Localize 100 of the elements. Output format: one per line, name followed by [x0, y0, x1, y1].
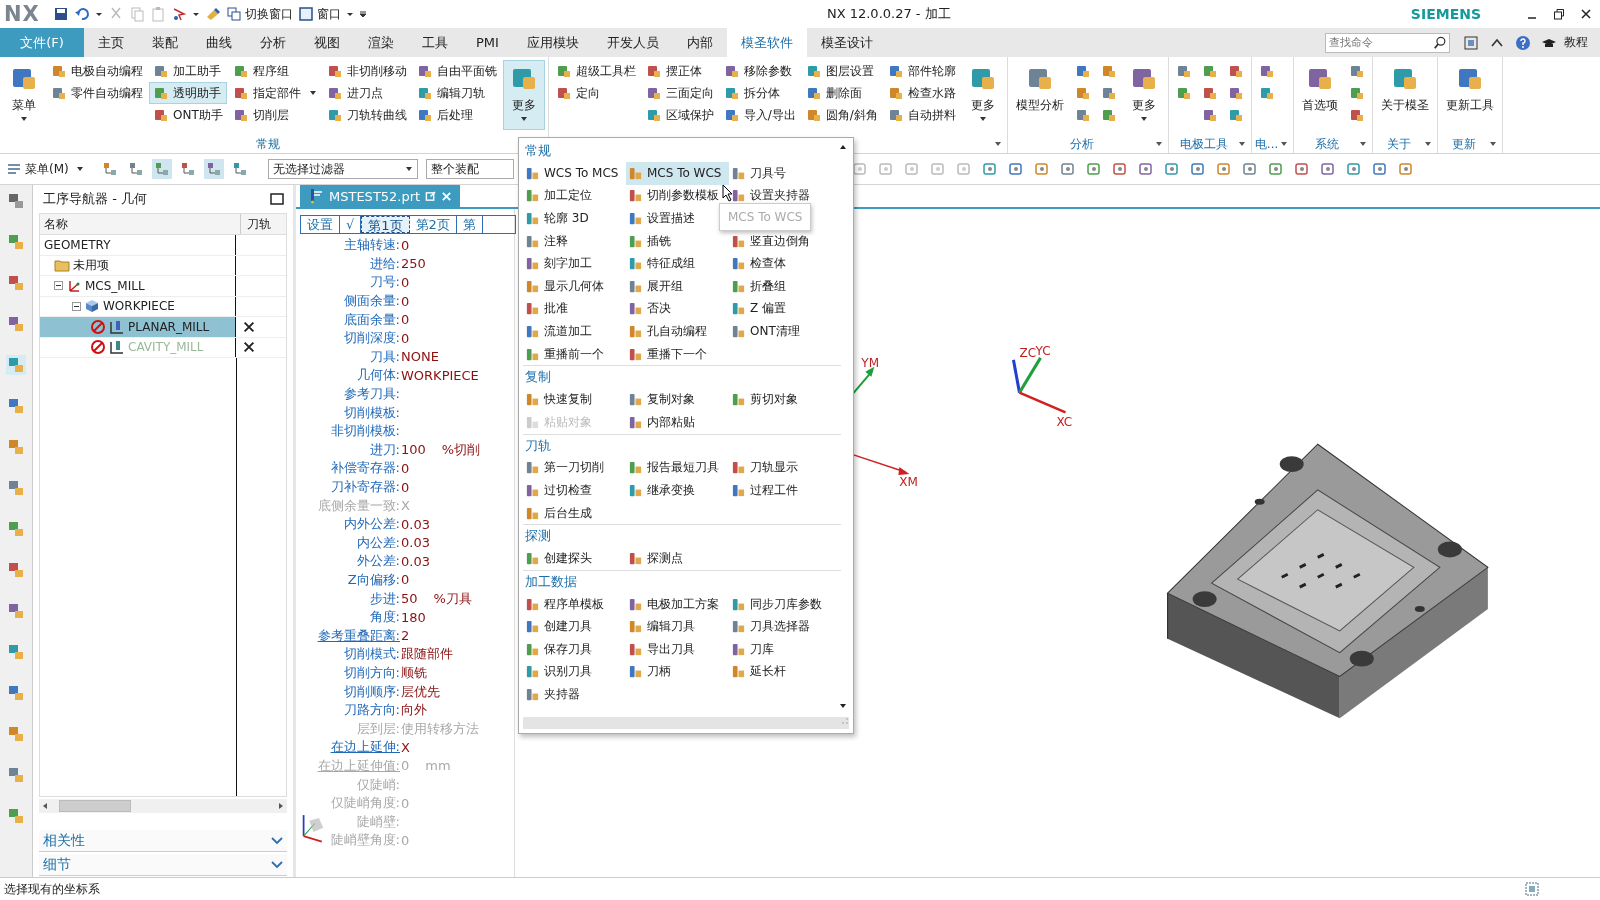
view-tool-icon[interactable]	[151, 159, 172, 179]
resource-bar-icon[interactable]	[6, 601, 26, 621]
selection-status-icon[interactable]	[1524, 881, 1540, 897]
search-field[interactable]: 查找命令	[1325, 32, 1450, 53]
ribbon-tab[interactable]: 曲线	[192, 28, 246, 57]
maximize-icon[interactable]	[269, 191, 285, 207]
ribbon-tab[interactable]: 视图	[300, 28, 354, 57]
caret-icon[interactable]	[345, 10, 354, 18]
menu-item[interactable]: MCS To WCS	[626, 162, 729, 185]
caret-icon[interactable]	[1424, 141, 1433, 147]
ribbon-tab[interactable]: 模圣设计	[806, 28, 887, 57]
menu-item[interactable]: 报告最短刀具	[626, 456, 729, 480]
menu-item[interactable]: 折叠组	[729, 274, 833, 298]
menu-item[interactable]: 同步刀库参数	[729, 592, 833, 616]
resource-bar-icon[interactable]	[6, 355, 26, 375]
menu-item[interactable]: 刀具选择器	[729, 615, 833, 639]
scrollbar-thumb[interactable]	[59, 800, 131, 812]
resource-bar-icon[interactable]	[6, 232, 26, 252]
menu-item[interactable]: 加工定位	[523, 184, 626, 208]
column-header[interactable]: 名称	[40, 214, 241, 234]
ribbon-tab[interactable]: 开发人员	[592, 28, 673, 57]
ribbon-button[interactable]: 更多	[502, 60, 545, 130]
menu-item[interactable]: 轮廓 3D	[523, 207, 626, 230]
horizontal-scrollbar[interactable]	[39, 799, 287, 813]
resource-bar-icon[interactable]	[6, 314, 26, 334]
tutorial-button[interactable]: 教程	[1536, 28, 1588, 57]
menu-item[interactable]: 创建刀具	[523, 615, 626, 639]
switch-window-button[interactable]: 切换窗口	[225, 5, 293, 23]
page-tab[interactable]: 第	[456, 216, 483, 233]
ribbon-tab[interactable]: 装配	[138, 28, 192, 57]
menu-item[interactable]: 刀轨显示	[729, 456, 833, 480]
menu-button[interactable]: 菜单(M)	[6, 160, 84, 178]
resource-bar-icon[interactable]	[6, 437, 26, 457]
ribbon-button[interactable]: 三面定向	[641, 82, 718, 104]
resource-bar-icon[interactable]	[6, 191, 26, 211]
ribbon-tab[interactable]: PMI	[462, 28, 513, 57]
ribbon-button[interactable]: 删除面	[801, 82, 882, 104]
menu-item[interactable]: 重播下一个	[626, 342, 729, 366]
resource-bar-icon[interactable]	[6, 519, 26, 539]
ribbon-button[interactable]: 更多	[1122, 60, 1165, 130]
ribbon-button[interactable]: 模型分析	[1010, 60, 1069, 130]
section-header[interactable]: 相关性	[39, 830, 287, 852]
menu-item[interactable]: 夹持器	[523, 683, 626, 706]
parameter-label[interactable]: 在边上延伸:	[296, 738, 400, 757]
ribbon-button[interactable]: 关于模圣	[1376, 60, 1435, 130]
menu-item[interactable]: 刀具号	[729, 162, 833, 185]
resource-bar-icon[interactable]	[6, 683, 26, 703]
menu-item[interactable]: 插铣	[626, 229, 729, 253]
menu-item[interactable]: 导出刀具	[626, 638, 729, 661]
close-icon[interactable]	[1580, 8, 1592, 20]
ribbon-button[interactable]: 进刀点	[322, 82, 411, 104]
search-icon[interactable]	[1433, 35, 1447, 50]
menu-item[interactable]: 延长杆	[729, 660, 833, 684]
collapse-toggle-icon[interactable]	[72, 301, 81, 311]
menu-item[interactable]: 复制对象	[626, 388, 729, 411]
menu-item[interactable]: 创建探头	[523, 547, 626, 570]
ribbon-button[interactable]: 超级工具栏	[551, 60, 640, 82]
menu-item[interactable]: 重播前一个	[523, 342, 626, 366]
collapse-toggle-icon[interactable]	[54, 281, 63, 291]
section-header[interactable]: 细节	[39, 854, 287, 876]
ribbon-button[interactable]: 电极自动编程	[47, 60, 147, 82]
menu-item[interactable]: 探测点	[626, 547, 729, 570]
ribbon-button[interactable]: 程序组	[228, 60, 321, 82]
customize-icon[interactable]	[358, 10, 367, 18]
fullscreen-icon[interactable]	[1463, 34, 1479, 51]
menu-item[interactable]: 竖直边倒角	[729, 229, 833, 253]
ribbon-tab[interactable]: 分析	[246, 28, 300, 57]
restore-icon[interactable]	[1553, 8, 1565, 20]
ribbon-button[interactable]: 菜单	[3, 60, 45, 130]
resource-bar-icon[interactable]	[6, 724, 26, 744]
ribbon-button[interactable]: 后处理	[412, 104, 501, 126]
tree-item[interactable]: MCS_MILL	[40, 276, 236, 296]
ribbon-button[interactable]: 拆分体	[719, 82, 800, 104]
menu-item[interactable]: 显示几何体	[523, 274, 626, 298]
ribbon-button[interactable]: 区域保护	[641, 104, 718, 126]
menu-item[interactable]: 孔自动编程	[626, 320, 729, 343]
menu-item[interactable]: 编辑刀具	[626, 615, 729, 639]
ribbon-tab[interactable]: 主页	[84, 28, 138, 57]
page-tab[interactable]: 第2页	[409, 216, 457, 233]
ribbon-button[interactable]: 自由平面铣	[412, 60, 501, 82]
ribbon-button[interactable]: 刀轨转曲线	[322, 104, 411, 126]
resource-bar-icon[interactable]	[6, 396, 26, 416]
ribbon-button[interactable]: 导入/导出	[719, 104, 800, 126]
resource-bar-icon[interactable]	[6, 765, 26, 785]
scroll-down-icon[interactable]	[839, 703, 847, 709]
parameter-label[interactable]: 参考重叠距离:	[296, 626, 400, 645]
caret-icon[interactable]	[1154, 141, 1163, 147]
tree-item[interactable]: 未用项	[40, 255, 236, 275]
ribbon-button[interactable]: 部件轮廓	[883, 60, 960, 82]
scroll-up-icon[interactable]	[839, 144, 847, 150]
menu-item[interactable]: WCS To MCS	[523, 162, 626, 185]
caret-icon[interactable]	[1359, 141, 1368, 147]
caret-icon[interactable]	[1237, 141, 1246, 147]
resource-bar-icon[interactable]	[6, 273, 26, 293]
menu-item[interactable]: 继承变换	[626, 479, 729, 502]
menu-item[interactable]: 刀库	[729, 638, 833, 661]
ribbon-tab[interactable]: 内部	[672, 28, 727, 57]
caret-icon[interactable]	[1489, 141, 1498, 147]
ribbon-button[interactable]: 编辑刀轨	[412, 82, 501, 104]
resource-bar-icon[interactable]	[6, 478, 26, 498]
